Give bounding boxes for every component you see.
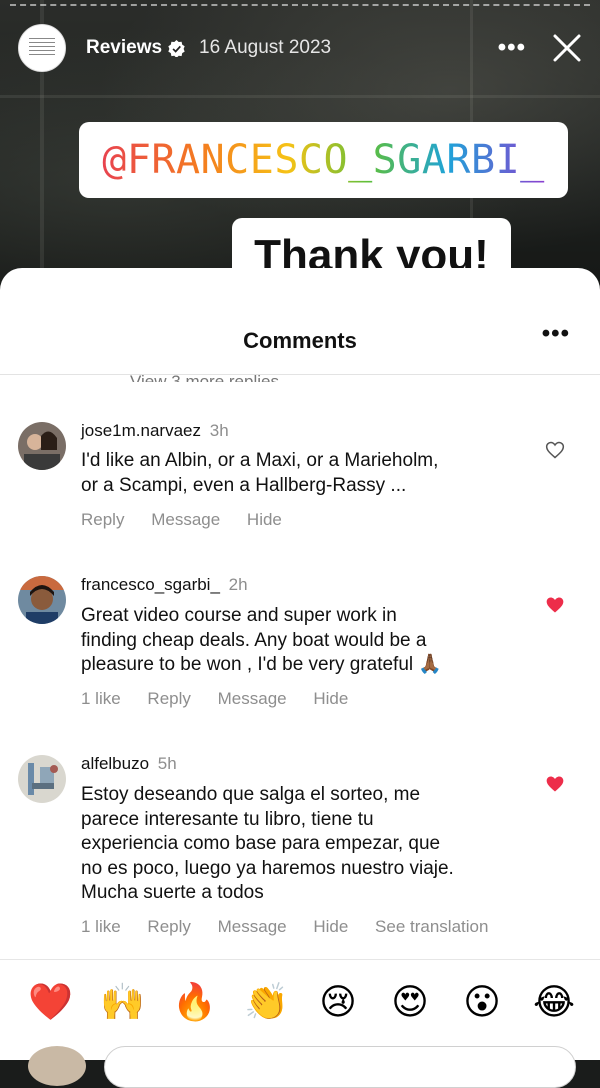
comment-text-line: Estoy deseando que salga el sorteo, me — [81, 784, 421, 805]
reaction-fire-icon[interactable]: 🔥 — [172, 981, 217, 1025]
comment-header: alfelbuzo 5h — [81, 754, 177, 774]
comment-text-line: no es poco, luego ya haremos nuestro via… — [81, 857, 454, 879]
comment-text: Great video course and super work in fin… — [81, 604, 521, 678]
comment-text-line: I'd like an Albin, or a Maxi, or a Marie… — [81, 450, 439, 471]
close-icon[interactable] — [552, 33, 582, 63]
account-avatar[interactable] — [18, 24, 66, 72]
quick-reactions-bar: ❤️ 🙌 🔥 👏 😢 😍 😮 😂 — [28, 980, 576, 1026]
like-heart-filled-icon[interactable] — [545, 774, 565, 794]
reaction-heart-icon[interactable]: ❤️ — [28, 981, 73, 1025]
reaction-clap-icon[interactable]: 👏 — [244, 981, 289, 1025]
reply-button[interactable]: Reply — [147, 689, 190, 708]
comment-text-line: experiencia como base para empezar, que — [81, 833, 441, 854]
mention-sticker[interactable]: @FRANCESCO_SGARBI_ — [79, 122, 568, 198]
comment-text-line: parece interesante tu libro, tiene tu — [81, 808, 374, 830]
like-heart-filled-icon[interactable] — [545, 595, 565, 615]
hide-button[interactable]: Hide — [313, 689, 348, 708]
verified-badge-icon — [168, 39, 185, 57]
story-more-button[interactable]: ••• — [498, 36, 526, 60]
comment-actions: 1 like Reply Message Hide — [81, 689, 370, 709]
reaction-crying-icon[interactable]: 😢 — [316, 981, 360, 1025]
comment-text: Estoy deseando que salga el sorteo, me p… — [81, 783, 521, 906]
comment-text-line: pleasure to be won , I'd be very gratefu… — [81, 654, 443, 675]
current-user-avatar — [28, 1046, 86, 1086]
comment-text-line: Mucha suerte a todos — [81, 882, 264, 903]
comments-sheet: Comments ••• View 3 more replies jose1m.… — [0, 268, 600, 1060]
comment-time: 5h — [157, 754, 177, 773]
comment-text-line: or a Scampi, even a Hallberg-Rassy ... — [81, 474, 407, 496]
comment-text: I'd like an Albin, or a Maxi, or a Marie… — [81, 449, 521, 498]
message-button[interactable]: Message — [151, 510, 220, 529]
see-translation-button[interactable]: See translation — [375, 917, 488, 936]
comment-text-line: finding cheap deals. Any boat would be a — [81, 629, 427, 651]
account-name[interactable]: Reviews — [86, 37, 162, 59]
reaction-heart-eyes-icon[interactable]: 😍 — [388, 981, 432, 1025]
commenter-avatar[interactable] — [18, 755, 66, 803]
comment-username[interactable]: jose1m.narvaez — [81, 421, 201, 440]
comment-username[interactable]: alfelbuzo — [81, 754, 149, 773]
sheet-divider — [0, 374, 600, 375]
reaction-raised-hands-icon[interactable]: 🙌 — [100, 981, 145, 1025]
message-button[interactable]: Message — [218, 917, 287, 936]
comment-text-line: Great video course and super work in — [81, 605, 397, 626]
sheet-more-button[interactable]: ••• — [542, 322, 570, 346]
reaction-laughing-icon[interactable]: 😂 — [532, 981, 576, 1025]
story-header: Reviews 16 August 2023 ••• — [18, 24, 582, 72]
background-beam — [0, 95, 600, 98]
comment-input[interactable] — [104, 1046, 576, 1088]
commenter-avatar[interactable] — [18, 422, 66, 470]
commenter-avatar[interactable] — [18, 576, 66, 624]
comment-actions: 1 like Reply Message Hide See translatio… — [81, 917, 510, 937]
story-progress-bar — [10, 4, 590, 9]
like-count[interactable]: 1 like — [81, 917, 121, 936]
reply-button[interactable]: Reply — [147, 917, 190, 936]
like-heart-outline-icon[interactable] — [545, 440, 565, 460]
message-button[interactable]: Message — [218, 689, 287, 708]
hide-button[interactable]: Hide — [313, 917, 348, 936]
comment-header: francesco_sgarbi_ 2h — [81, 575, 248, 595]
mention-sticker-text: @FRANCESCO_SGARBI_ — [102, 137, 545, 183]
reaction-surprised-icon[interactable]: 😮 — [460, 981, 504, 1025]
reply-button[interactable]: Reply — [81, 510, 124, 529]
comment-time: 2h — [228, 575, 248, 594]
comment-time: 3h — [209, 421, 229, 440]
comment-actions: Reply Message Hide — [81, 510, 304, 530]
comment-header: jose1m.narvaez 3h — [81, 421, 229, 441]
sheet-title: Comments — [243, 328, 357, 353]
comment-username[interactable]: francesco_sgarbi_ — [81, 575, 220, 594]
hide-button[interactable]: Hide — [247, 510, 282, 529]
story-date: 16 August 2023 — [199, 37, 332, 58]
like-count[interactable]: 1 like — [81, 689, 121, 708]
reactions-divider — [0, 959, 600, 960]
